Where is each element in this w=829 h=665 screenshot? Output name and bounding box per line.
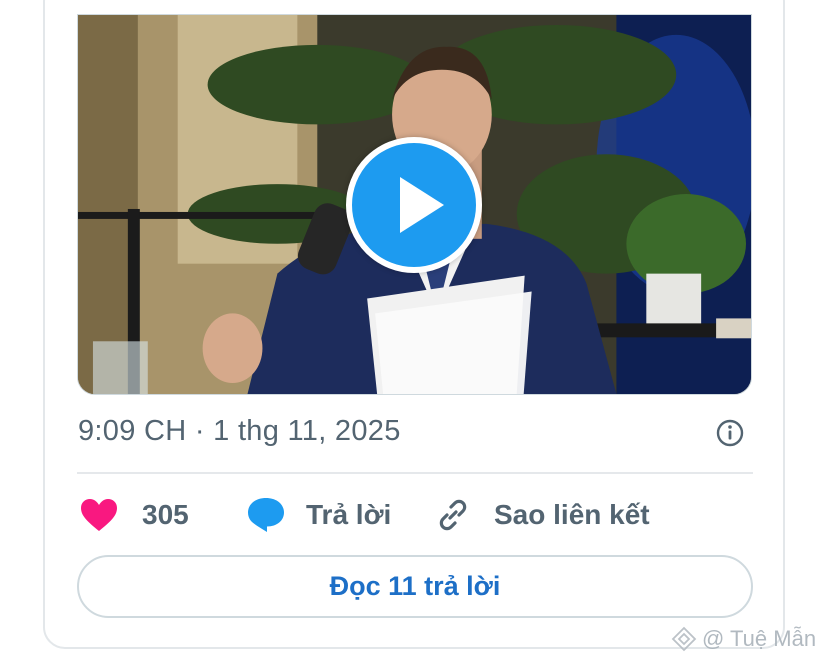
video-player[interactable] — [77, 14, 752, 395]
info-icon[interactable] — [715, 418, 745, 448]
reply-button[interactable]: Trả lời — [246, 495, 391, 535]
link-icon — [439, 499, 467, 531]
heart-icon — [81, 499, 117, 531]
diamond-logo-icon — [671, 626, 697, 652]
reply-label: Trả lời — [306, 499, 392, 530]
watermark-text: @ Tuệ Mẫn — [702, 626, 817, 651]
read-replies-button[interactable]: Đọc 11 trả lời — [77, 555, 753, 618]
play-button[interactable] — [346, 137, 482, 273]
copy-link-button[interactable]: Sao liên kết — [434, 495, 650, 535]
speech-bubble-icon — [248, 498, 284, 532]
copy-link-label: Sao liên kết — [494, 499, 650, 530]
divider — [77, 472, 753, 474]
like-count: 305 — [142, 499, 189, 530]
watermark: @ Tuệ Mẫn — [670, 625, 816, 653]
post-timestamp[interactable]: 9:09 CH · 1 thg 11, 2025 — [78, 415, 401, 448]
like-button[interactable]: 305 — [80, 495, 189, 535]
play-icon — [400, 177, 444, 233]
